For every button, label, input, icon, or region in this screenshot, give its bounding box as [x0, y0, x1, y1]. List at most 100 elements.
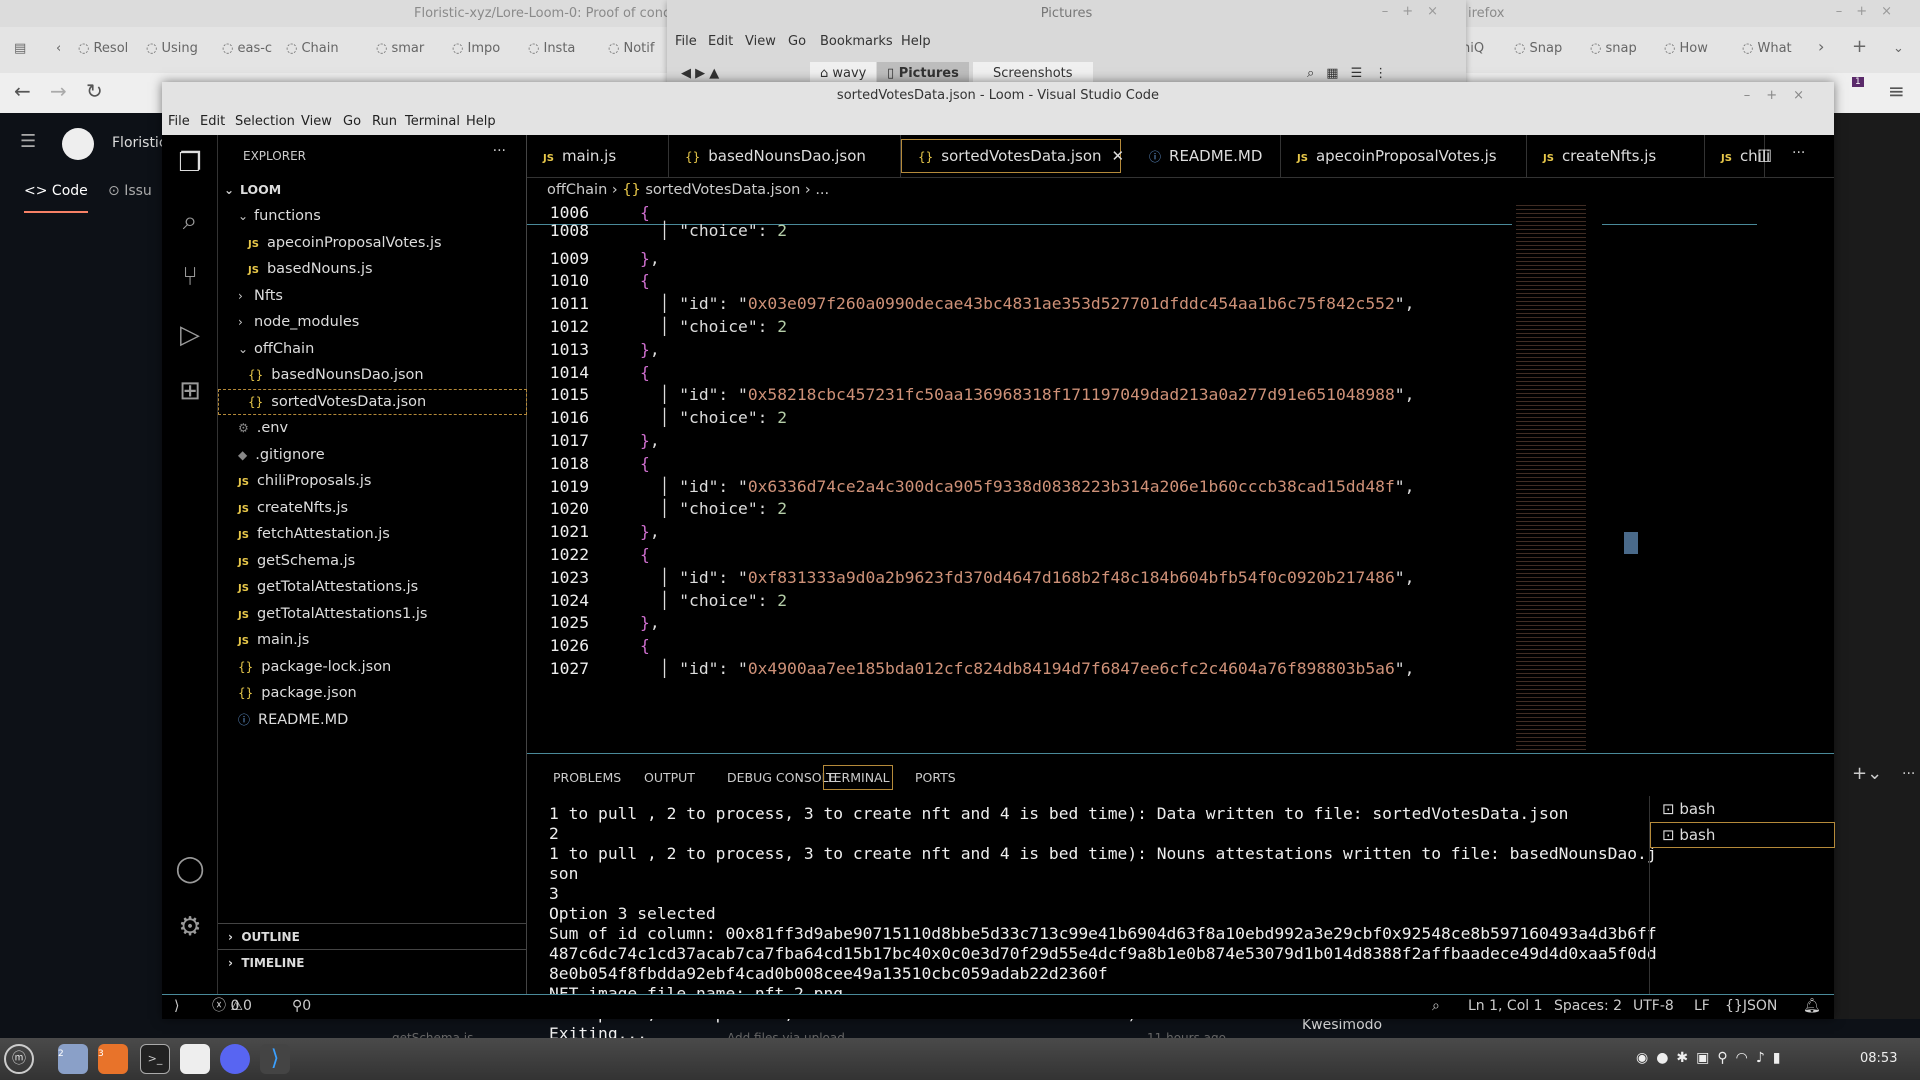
tree-item[interactable]: JS getTotalAttestations1.js — [218, 601, 527, 627]
settings-gear-icon[interactable]: ⚙ — [174, 911, 206, 943]
editor-tab[interactable]: {} sortedVotesData.json ✕ — [901, 139, 1124, 173]
vscode-app-icon[interactable]: ⟩ — [260, 1044, 290, 1074]
browser-tab[interactable]: ◌ smar — [376, 41, 424, 56]
encoding[interactable]: UTF-8 — [1633, 995, 1674, 1018]
problems-status[interactable]: ⓧ 0 ⚠ 0 — [212, 995, 252, 1018]
tree-item[interactable]: JS fetchAttestation.js — [218, 521, 527, 547]
tab-list-icon[interactable]: ▤ — [14, 41, 26, 56]
more-actions-icon[interactable]: ··· — [1902, 766, 1915, 782]
extensions-icon[interactable]: ⊞ — [174, 375, 206, 407]
tree-item[interactable]: {} basedNounsDao.json — [218, 362, 527, 388]
menu-item-go[interactable]: Go — [788, 34, 806, 49]
search-icon[interactable]: ⌕ — [174, 205, 206, 237]
editor-tab[interactable]: ⓘ README.MD — [1133, 135, 1281, 178]
browser-tab[interactable]: ◌ snap — [1590, 41, 1637, 56]
split-editor-icon[interactable]: ◫ — [1757, 145, 1772, 164]
remote-icon[interactable]: ⟩ — [174, 995, 179, 1018]
menu-item-selection[interactable]: Selection — [235, 114, 295, 129]
menu-item-view[interactable]: View — [745, 34, 776, 49]
tree-item[interactable]: ⌄ offChain — [218, 336, 527, 362]
start-menu-icon[interactable]: ⓜ — [4, 1044, 34, 1074]
breadcrumb-folder[interactable]: offChain — [547, 182, 607, 198]
tree-item[interactable]: JS getSchema.js — [218, 548, 527, 574]
view-toolbar[interactable]: ⌕▦☰⋮ — [1307, 66, 1399, 81]
minimap[interactable] — [1512, 202, 1602, 752]
back-icon[interactable]: ◀ ▶ ▲ — [681, 66, 719, 81]
repo-owner[interactable]: Floristic — [112, 135, 167, 151]
hamburger-icon[interactable]: ☰ — [20, 131, 36, 152]
code-editor[interactable]: 1006{1008 │ "choice": 2 1009}, 1010{1011 │… — [527, 202, 1834, 753]
editor-tab[interactable]: JS apecoinProposalVotes.js — [1281, 135, 1527, 178]
menu-item-edit[interactable]: Edit — [200, 114, 225, 129]
scroll-left-icon[interactable]: ‹ — [56, 41, 61, 56]
scroll-right-icon[interactable]: › — [1818, 37, 1824, 56]
terminal-instance[interactable]: ⊡ bash — [1650, 822, 1835, 848]
browser-tab[interactable]: ◌ eas-c — [222, 41, 272, 56]
gh-tab-code[interactable]: <> Code — [24, 183, 88, 213]
tree-item[interactable]: {} package-lock.json — [218, 654, 527, 680]
discord-app-icon[interactable] — [220, 1044, 250, 1074]
window-controls[interactable]: –+× — [1744, 82, 1820, 109]
new-terminal-icon[interactable]: +⌄ — [1852, 763, 1882, 784]
menu-item-go[interactable]: Go — [343, 114, 361, 129]
tree-item[interactable]: ⚙ .env — [218, 415, 527, 441]
panel-tab-ports[interactable]: PORTS — [915, 770, 956, 785]
files-app-icon[interactable]: 2 — [58, 1044, 88, 1074]
menu-item-edit[interactable]: Edit — [708, 34, 733, 49]
system-tray-icons[interactable]: ◉●✱▣⚲◠♪▮ — [1636, 1050, 1789, 1066]
tree-item[interactable]: {} sortedVotesData.json — [218, 388, 527, 415]
tree-item[interactable]: JS createNfts.js — [218, 495, 527, 521]
tree-item[interactable]: ◆ .gitignore — [218, 442, 527, 468]
tree-item[interactable]: ⌄ functions — [218, 203, 527, 229]
terminal-instance[interactable]: ⊡ bash — [1650, 796, 1835, 822]
window-controls[interactable]: –+× — [1836, 4, 1906, 19]
browser-tab[interactable]: ◌ What — [1742, 41, 1792, 56]
panel-tab-terminal[interactable]: TERMINAL — [823, 765, 893, 790]
run-debug-icon[interactable]: ▷ — [174, 319, 206, 351]
tree-item[interactable]: › Nfts — [218, 283, 527, 309]
tree-item[interactable]: JS getTotalAttestations.js — [218, 574, 527, 600]
list-all-tabs-icon[interactable]: ⌄ — [1893, 41, 1904, 56]
menu-item-file[interactable]: File — [675, 34, 697, 49]
browser-tab[interactable]: ◌ Using — [146, 41, 198, 56]
menu-icon[interactable]: ≡ — [1888, 79, 1905, 103]
menu-item-run[interactable]: Run — [372, 114, 397, 129]
github-logo-icon[interactable] — [62, 128, 94, 160]
editor-tab[interactable]: JS chili — [1705, 135, 1770, 178]
zoom-icon[interactable]: ⌕ — [1432, 995, 1440, 1018]
new-tab-button[interactable]: + — [1852, 36, 1867, 57]
tree-item[interactable]: JS apecoinProposalVotes.js — [218, 230, 527, 256]
browser-tab[interactable]: ◌ Notif — [608, 41, 654, 56]
panel-tab-output[interactable]: OUTPUT — [644, 770, 695, 785]
clock[interactable]: 08:53 — [1860, 1051, 1897, 1066]
gh-tab-issues[interactable]: ⊙ Issu — [108, 183, 152, 199]
forward-button[interactable]: → — [50, 79, 67, 103]
tree-item[interactable]: › node_modules — [218, 309, 527, 335]
browser-tab[interactable]: ◌ Snap — [1514, 41, 1562, 56]
notifications-bell-icon[interactable]: 🔔︎ — [1803, 995, 1821, 1018]
tree-item[interactable]: JS basedNouns.js — [218, 256, 527, 282]
editor-scrollbar[interactable] — [1624, 532, 1638, 554]
browser-tab[interactable]: ◌ Resol — [78, 41, 128, 56]
tree-item[interactable]: ⓘ README.MD — [218, 707, 527, 733]
browser-tab[interactable]: ◌ Impo — [452, 41, 500, 56]
browser-tab[interactable]: ◌ Insta — [528, 41, 575, 56]
terminal-output[interactable]: 1 to pull , 2 to process, 3 to create nf… — [537, 804, 1659, 1066]
menu-item-help[interactable]: Help — [466, 114, 496, 129]
editor-tab[interactable]: JS createNfts.js — [1527, 135, 1705, 178]
terminal-app-icon[interactable]: >_ — [140, 1044, 170, 1074]
outline-section[interactable]: › OUTLINE — [218, 923, 527, 949]
menu-item-file[interactable]: File — [168, 114, 190, 129]
ports-status[interactable]: ⚲ 0 — [292, 995, 311, 1018]
cursor-position[interactable]: Ln 1, Col 1 — [1468, 995, 1543, 1018]
reload-button[interactable]: ↻ — [86, 79, 103, 103]
close-tab-icon[interactable]: ✕ — [1112, 147, 1125, 165]
timeline-section[interactable]: › TIMELINE — [218, 949, 527, 975]
source-control-icon[interactable]: ⑂ — [174, 261, 206, 293]
menu-item-view[interactable]: View — [301, 114, 332, 129]
language-mode[interactable]: {} JSON — [1725, 995, 1777, 1018]
menu-item-terminal[interactable]: Terminal — [405, 114, 460, 129]
menu-item-help[interactable]: Help — [901, 34, 931, 49]
panel-tab-debug-console[interactable]: DEBUG CONSOLE — [727, 770, 836, 785]
breadcrumb-symbol[interactable]: ... — [815, 182, 829, 198]
